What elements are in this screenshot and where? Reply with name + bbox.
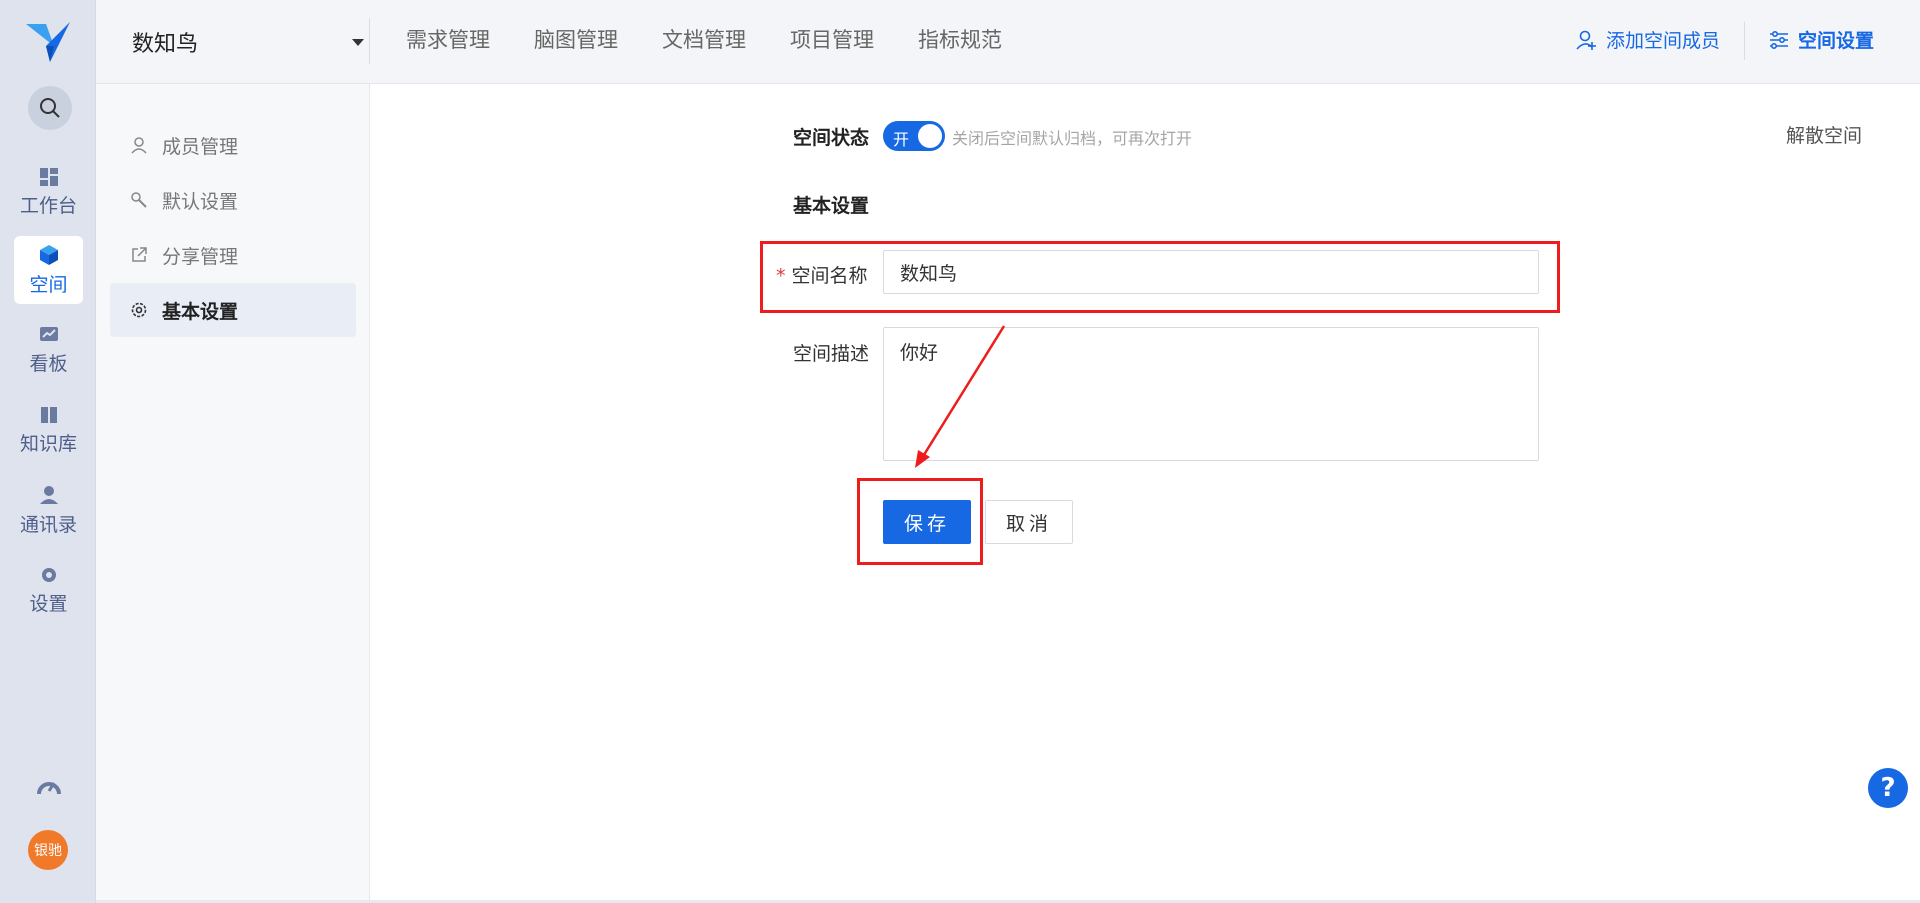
user-avatar[interactable]: 银驰	[28, 830, 68, 870]
subnav-item-members[interactable]: 成员管理	[110, 118, 356, 172]
space-settings-label: 空间设置	[1798, 30, 1875, 52]
cube-icon	[39, 244, 58, 265]
gear-icon	[131, 302, 147, 318]
space-status-hint: 关闭后空间默认归档，可再次打开	[952, 129, 1193, 148]
settings-sidebar: 成员管理 默认设置 分享管理 基本设置	[96, 84, 370, 903]
space-name-label-text: 空间名称	[791, 265, 868, 287]
rail-item-knowledge[interactable]: 知识库	[14, 396, 83, 464]
rail-item-label: 通讯录	[19, 513, 77, 536]
required-mark: *	[776, 265, 786, 287]
divider	[369, 18, 370, 64]
divider	[1744, 22, 1745, 60]
nav-requirements[interactable]: 需求管理	[406, 24, 490, 54]
rail-item-workbench[interactable]: 工作台	[14, 158, 83, 226]
rail-item-label: 空间	[29, 273, 68, 296]
rail-item-space[interactable]: 空间	[14, 236, 83, 304]
contacts-icon	[39, 485, 58, 504]
nav-projects[interactable]: 项目管理	[790, 24, 874, 54]
user-icon	[131, 137, 147, 154]
space-desc-label: 空间描述	[793, 343, 870, 365]
chart-icon	[39, 326, 58, 341]
space-status-toggle[interactable]: 开	[883, 121, 945, 151]
rail-item-label: 知识库	[19, 432, 77, 455]
space-name-input[interactable]	[883, 250, 1539, 294]
space-selector[interactable]: 数知鸟	[132, 24, 364, 60]
subnav-item-label: 成员管理	[162, 135, 239, 158]
space-status-label: 空间状态	[793, 127, 870, 149]
rail-item-label: 设置	[29, 592, 68, 615]
nav-metrics[interactable]: 指标规范	[918, 24, 1002, 54]
subnav-item-defaults[interactable]: 默认设置	[110, 173, 356, 227]
subnav-item-label: 分享管理	[162, 245, 239, 268]
save-button[interactable]: 保存	[883, 500, 971, 544]
space-selector-value: 数知鸟	[132, 32, 199, 57]
toggle-knob	[918, 124, 942, 148]
subnav-item-basic-settings[interactable]: 基本设置	[110, 283, 356, 337]
rail-item-contacts[interactable]: 通讯录	[14, 476, 83, 544]
cancel-button[interactable]: 取消	[985, 500, 1073, 544]
speedometer-icon[interactable]	[36, 774, 62, 800]
share-icon	[132, 247, 147, 262]
rail-item-label: 看板	[29, 352, 68, 375]
add-member-label: 添加空间成员	[1606, 30, 1721, 52]
dissolve-space-button[interactable]: 解散空间	[1786, 121, 1862, 148]
nav-documents[interactable]: 文档管理	[662, 24, 746, 54]
toggle-text: 开	[893, 130, 910, 149]
space-desc-textarea[interactable]: 你好	[883, 327, 1539, 461]
book-icon	[40, 406, 57, 423]
help-button[interactable]: ?	[1868, 768, 1908, 808]
add-user-icon	[1576, 30, 1596, 50]
rail-item-settings[interactable]: 设置	[14, 556, 83, 624]
caret-down-icon	[352, 39, 364, 46]
add-member-button[interactable]: 添加空间成员	[1576, 26, 1720, 53]
top-bar: 数知鸟 需求管理 脑图管理 文档管理 项目管理 指标规范 添加空间成员 空间设置	[96, 0, 1920, 84]
dashboard-icon	[39, 167, 58, 186]
wrench-icon	[131, 192, 147, 208]
gear-icon	[41, 567, 56, 582]
nav-mindmap[interactable]: 脑图管理	[534, 24, 618, 54]
global-search-button[interactable]	[28, 86, 72, 130]
subnav-item-label: 默认设置	[162, 190, 239, 213]
rail-item-label: 工作台	[19, 194, 77, 217]
subnav-item-share[interactable]: 分享管理	[110, 228, 356, 282]
space-settings-button[interactable]: 空间设置	[1768, 26, 1874, 53]
left-rail: 工作台 空间 看板 知识库 通讯录 设置 银驰	[0, 0, 96, 903]
sliders-icon	[1770, 30, 1788, 49]
section-title: 基本设置	[793, 195, 870, 217]
space-name-label: * 空间名称	[776, 261, 868, 288]
rail-item-board[interactable]: 看板	[14, 316, 83, 384]
subnav-item-label: 基本设置	[162, 300, 239, 323]
app-logo[interactable]	[24, 20, 72, 64]
search-icon	[40, 98, 60, 118]
top-nav: 需求管理 脑图管理 文档管理 项目管理 指标规范	[406, 24, 1002, 54]
